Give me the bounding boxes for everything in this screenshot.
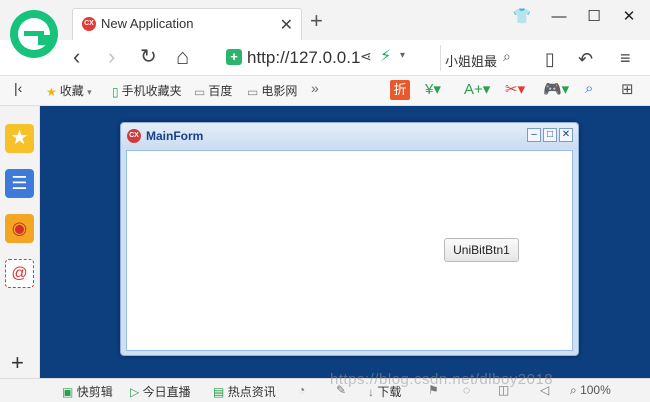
bookmark-label: 电影网: [261, 84, 298, 98]
refresh-icon[interactable]: ↻: [140, 45, 157, 69]
phone-icon[interactable]: ▯: [545, 47, 555, 71]
unibitbtn1-button[interactable]: UniBitBtn1: [444, 238, 519, 262]
navigation-bar: ‹ › ↻ ⌂ + http://127.0.0.1 ⋖ ⚡ ▾ 小姐姐最 ⌕ …: [0, 40, 650, 76]
skin-icon[interactable]: 👕: [509, 4, 535, 30]
page-icon: ▭: [194, 84, 206, 99]
form-close-icon[interactable]: ✕: [559, 128, 573, 142]
browser-tab[interactable]: CX New Application ✕: [72, 8, 302, 40]
new-tab-button[interactable]: +: [310, 10, 323, 32]
game-icon[interactable]: 🎮▾: [543, 80, 569, 98]
bookmark-favorites[interactable]: ★ 收藏 ▾: [46, 82, 92, 99]
bookmark-label: 手机收藏夹: [121, 84, 182, 98]
search-input[interactable]: 小姐姐最: [445, 51, 497, 70]
bookmark-label: 百度: [208, 84, 233, 98]
money-icon[interactable]: ¥▾: [425, 80, 441, 98]
page-content: CX MainForm ‒ □ ✕ UniBitBtn1: [40, 106, 650, 378]
secure-shield-icon: +: [226, 49, 242, 65]
maximize-icon[interactable]: ☐: [581, 4, 607, 30]
bookmark-baidu[interactable]: ▭ 百度: [194, 82, 232, 99]
status-label: 热点资讯: [227, 385, 276, 399]
translate-icon[interactable]: A+▾: [464, 80, 490, 98]
menu-icon[interactable]: ≡: [620, 46, 631, 70]
browser-logo[interactable]: [10, 10, 58, 58]
status-label: 快剪辑: [76, 385, 113, 399]
form-minimize-icon[interactable]: ‒: [527, 128, 541, 142]
address-bar[interactable]: + http://127.0.0.1 ⋖ ⚡ ▾: [220, 45, 430, 71]
sidebar-toggle-icon[interactable]: |‹: [14, 80, 22, 96]
news-item[interactable]: ▤ 热点资讯: [213, 383, 276, 400]
close-window-icon[interactable]: ✕: [616, 4, 642, 30]
tab-title: New Application: [101, 16, 194, 31]
form-body: UniBitBtn1: [126, 150, 573, 351]
scissors-icon[interactable]: ✂▾: [505, 80, 525, 98]
phone-icon: ▯: [112, 84, 119, 99]
zoom-control[interactable]: ⌕ 100%: [570, 383, 611, 398]
video-icon: ▣: [62, 385, 74, 399]
bookmarks-more-icon[interactable]: »: [311, 80, 319, 96]
speed-icon[interactable]: ◔: [298, 383, 305, 397]
search-tool-icon[interactable]: ⌕: [585, 80, 593, 97]
reader-icon[interactable]: ☰: [5, 169, 34, 198]
close-tab-icon[interactable]: ✕: [280, 15, 293, 35]
bolt-icon[interactable]: ⚡: [380, 46, 391, 66]
status-label: 今日直播: [142, 385, 191, 399]
add-sidebar-icon[interactable]: +: [11, 352, 24, 374]
search-icon[interactable]: ⌕: [503, 48, 511, 65]
bookmark-movies[interactable]: ▭ 电影网: [247, 82, 297, 99]
star-icon: ★: [46, 84, 57, 99]
back-icon[interactable]: ‹: [73, 45, 80, 69]
quick-edit-item[interactable]: ▣ 快剪辑: [62, 383, 113, 400]
favorites-star-icon[interactable]: ★: [5, 124, 34, 153]
main-form-window: CX MainForm ‒ □ ✕ UniBitBtn1: [120, 122, 579, 356]
weibo-icon[interactable]: ◉: [5, 214, 34, 243]
play-icon: ▷: [130, 385, 140, 399]
chevron-down-icon[interactable]: ▾: [400, 50, 405, 61]
mail-icon[interactable]: @: [5, 259, 34, 288]
bookmarks-bar: |‹ ★ 收藏 ▾ ▯ 手机收藏夹 ▭ 百度 ▭ 电影网 » 折 ¥▾ A+▾ ✂▾ 🎮…: [0, 76, 650, 106]
bookmark-label: 收藏: [59, 84, 84, 98]
home-icon[interactable]: ⌂: [176, 45, 189, 69]
discount-icon[interactable]: 折: [390, 80, 410, 100]
news-icon: ▤: [213, 385, 225, 399]
page-icon: ▭: [247, 84, 259, 99]
form-app-icon: CX: [127, 129, 141, 143]
forward-icon[interactable]: ›: [108, 45, 115, 69]
zoom-level: 100%: [580, 383, 611, 397]
left-sidebar: ★ ☰ ◉ @ +: [0, 106, 40, 378]
undo-icon[interactable]: ↶: [578, 47, 593, 71]
tab-strip: CX New Application ✕ + 👕 — ☐ ✕: [0, 0, 650, 58]
bookmark-mobile[interactable]: ▯ 手机收藏夹: [112, 82, 182, 99]
share-icon[interactable]: ⋖: [360, 48, 372, 65]
minimize-icon[interactable]: —: [546, 4, 572, 30]
live-item[interactable]: ▷ 今日直播: [130, 383, 191, 400]
form-titlebar[interactable]: CX MainForm ‒ □ ✕: [121, 123, 578, 149]
search-box[interactable]: 小姐姐最 ⌕: [440, 45, 520, 71]
apps-icon[interactable]: ⊞: [621, 80, 634, 98]
tab-favicon-icon: CX: [82, 17, 96, 31]
form-title: MainForm: [146, 129, 204, 143]
watermark-text: https://blog.csdn.net/dlboy2018: [330, 371, 554, 388]
form-maximize-icon[interactable]: □: [543, 128, 557, 142]
